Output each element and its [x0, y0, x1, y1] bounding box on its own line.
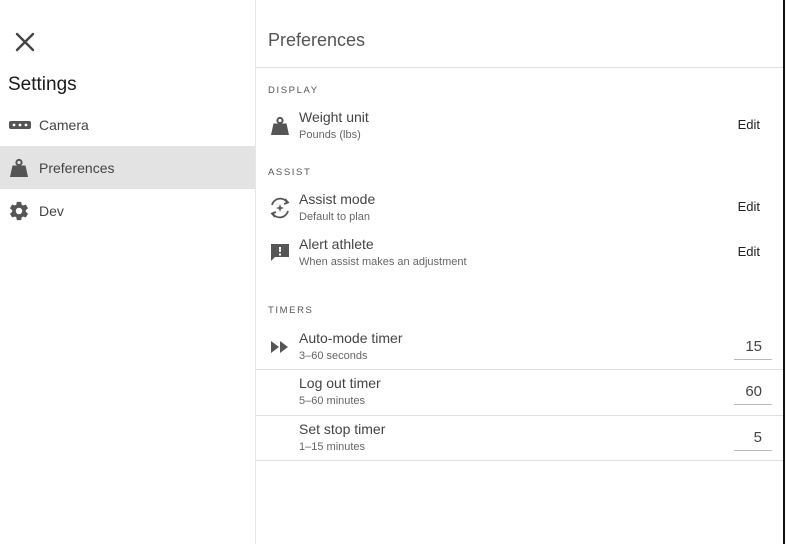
fast-forward-icon	[268, 335, 292, 359]
divider	[256, 369, 784, 370]
setting-row-weight-unit[interactable]: Weight unit Pounds (lbs) Edit	[256, 105, 784, 149]
setting-subtitle: 3–60 seconds	[299, 350, 368, 362]
assist-icon	[268, 196, 292, 220]
weight-icon	[268, 114, 292, 138]
setting-title: Weight unit	[299, 109, 369, 125]
divider	[256, 460, 784, 461]
section-label-assist: ASSIST	[268, 167, 312, 178]
section-label-timers: TIMERS	[268, 305, 314, 316]
section-label-display: DISPLAY	[268, 85, 319, 96]
weight-icon	[8, 158, 32, 178]
alert-message-icon	[268, 241, 292, 265]
sidebar-item-preferences[interactable]: Preferences	[0, 146, 255, 189]
sidebar-title: Settings	[8, 74, 77, 95]
setting-title: Set stop timer	[299, 421, 386, 437]
setting-row-alert-athlete[interactable]: Alert athlete When assist makes an adjus…	[256, 232, 784, 276]
divider	[256, 67, 784, 68]
window-edge	[783, 0, 785, 544]
setting-title: Auto-mode timer	[299, 330, 403, 346]
setting-subtitle: Pounds (lbs)	[299, 129, 361, 141]
edit-weight-unit-button[interactable]: Edit	[738, 117, 760, 132]
page-title: Preferences	[268, 30, 366, 50]
close-icon	[15, 32, 35, 52]
setting-subtitle: 1–15 minutes	[299, 441, 366, 453]
auto-mode-timer-input[interactable]	[734, 334, 772, 360]
divider	[256, 415, 784, 416]
sidebar-item-label: Dev	[39, 202, 64, 219]
setting-subtitle: 5–60 minutes	[299, 395, 366, 407]
edit-alert-athlete-button[interactable]: Edit	[738, 244, 760, 259]
setting-row-log-out-timer: Log out timer 5–60 minutes	[256, 371, 784, 415]
setting-row-set-stop-timer: Set stop timer 1–15 minutes	[256, 417, 784, 461]
setting-subtitle: Default to plan	[299, 211, 370, 223]
edit-assist-mode-button[interactable]: Edit	[738, 199, 760, 214]
sidebar-item-dev[interactable]: Dev	[0, 189, 255, 232]
setting-row-assist-mode[interactable]: Assist mode Default to plan Edit	[256, 187, 784, 231]
sidebar: Settings Camera Preferences Dev	[0, 0, 256, 544]
sidebar-item-label: Preferences	[39, 159, 115, 176]
setting-title: Alert athlete	[299, 236, 374, 252]
setting-title: Assist mode	[299, 191, 376, 207]
close-button[interactable]	[12, 29, 38, 55]
setting-title: Log out timer	[299, 375, 381, 391]
setting-row-auto-mode-timer: Auto-mode timer 3–60 seconds	[256, 326, 784, 370]
preferences-panel: Preferences DISPLAY Weight unit Pounds (…	[256, 12, 784, 544]
sidebar-item-camera[interactable]: Camera	[0, 103, 255, 146]
camera-icon	[8, 115, 32, 135]
sidebar-item-label: Camera	[39, 116, 89, 133]
setting-subtitle: When assist makes an adjustment	[299, 256, 467, 268]
gear-icon	[8, 201, 32, 221]
set-stop-timer-input[interactable]	[734, 425, 772, 451]
log-out-timer-input[interactable]	[734, 379, 772, 405]
